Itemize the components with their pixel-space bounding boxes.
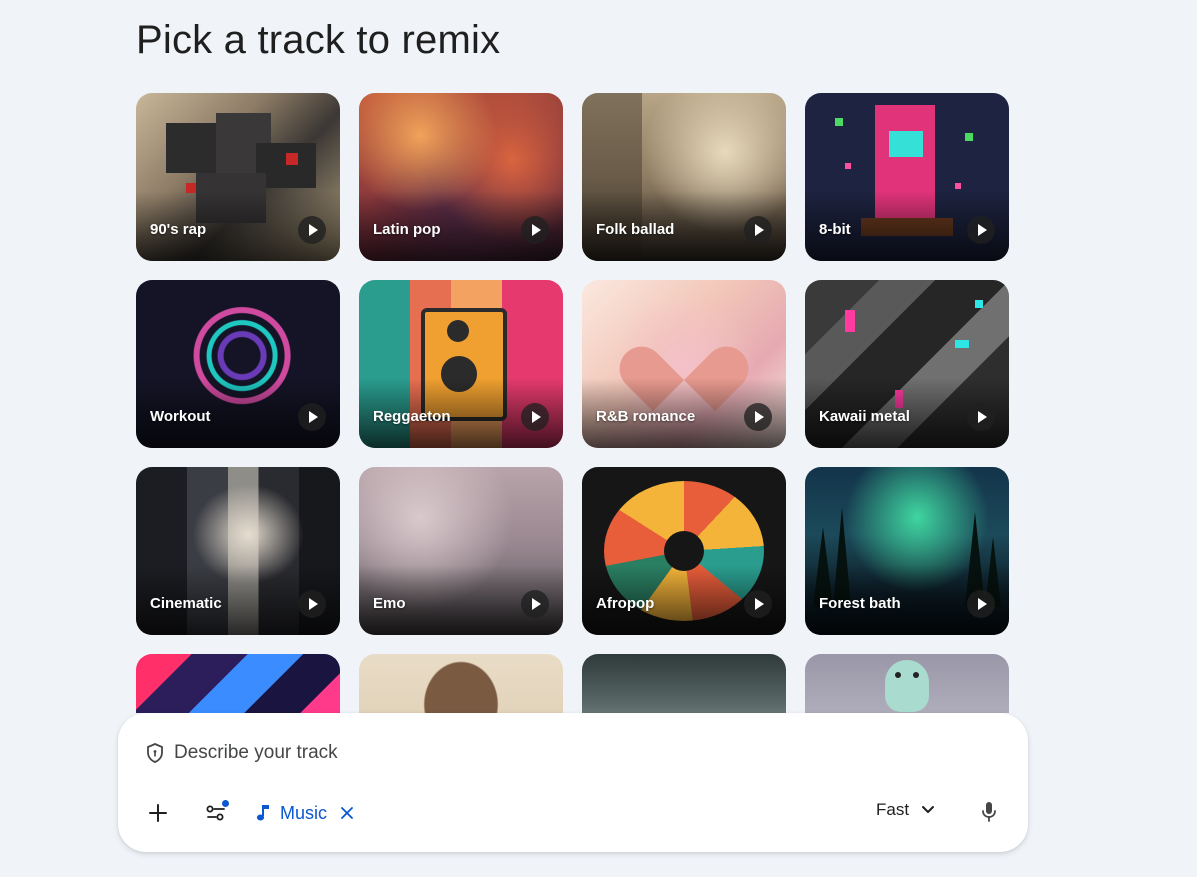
track-label: Latin pop xyxy=(373,221,441,238)
play-icon[interactable] xyxy=(967,590,995,618)
chevron-down-icon xyxy=(922,806,935,813)
track-artwork xyxy=(582,654,786,713)
track-card[interactable] xyxy=(136,654,340,713)
track-label: Forest bath xyxy=(819,595,901,612)
track-card-kawaii-metal[interactable]: Kawaii metal xyxy=(805,280,1009,448)
track-artwork xyxy=(136,654,340,713)
prompt-box: Music Fast xyxy=(118,713,1028,852)
track-label: 8-bit xyxy=(819,221,851,238)
track-card[interactable] xyxy=(805,654,1009,713)
prompt-input[interactable] xyxy=(172,741,876,765)
music-note-icon xyxy=(256,805,269,821)
track-card-8-bit[interactable]: 8-bit xyxy=(805,93,1009,261)
track-grid: 90's rap Latin pop Folk ballad 8-bit Wor… xyxy=(136,93,1010,713)
track-label: Folk ballad xyxy=(596,221,675,238)
play-icon[interactable] xyxy=(521,403,549,431)
track-card-emo[interactable]: Emo xyxy=(359,467,563,635)
track-card-90s-rap[interactable]: 90's rap xyxy=(136,93,340,261)
track-card-folk-ballad[interactable]: Folk ballad xyxy=(582,93,786,261)
music-chip[interactable]: Music xyxy=(256,803,353,824)
track-card-cinematic[interactable]: Cinematic xyxy=(136,467,340,635)
play-icon[interactable] xyxy=(967,403,995,431)
play-icon[interactable] xyxy=(744,590,772,618)
mode-label: Fast xyxy=(876,800,910,819)
mic-button[interactable] xyxy=(973,796,1005,828)
play-icon[interactable] xyxy=(521,216,549,244)
notification-dot xyxy=(222,800,229,807)
track-label: Workout xyxy=(150,408,211,425)
mic-icon xyxy=(982,802,996,822)
play-icon[interactable] xyxy=(967,216,995,244)
play-icon[interactable] xyxy=(298,590,326,618)
plus-icon xyxy=(149,804,167,822)
shield-icon xyxy=(147,743,163,763)
mode-select[interactable]: Fast xyxy=(876,800,935,820)
page-title: Pick a track to remix xyxy=(136,18,501,62)
track-card[interactable] xyxy=(582,654,786,713)
prompt-toolbar: Music xyxy=(142,797,353,829)
track-label: Cinematic xyxy=(150,595,222,612)
track-card-forest-bath[interactable]: Forest bath xyxy=(805,467,1009,635)
track-card-workout[interactable]: Workout xyxy=(136,280,340,448)
play-icon[interactable] xyxy=(298,403,326,431)
track-label: Kawaii metal xyxy=(819,408,910,425)
track-card-afropop[interactable]: Afropop xyxy=(582,467,786,635)
track-label: R&B romance xyxy=(596,408,696,425)
track-label: Reggaeton xyxy=(373,408,451,425)
track-card[interactable] xyxy=(359,654,563,713)
track-label: Afropop xyxy=(596,595,655,612)
track-artwork xyxy=(805,654,1009,713)
track-label: 90's rap xyxy=(150,221,207,238)
play-icon[interactable] xyxy=(744,216,772,244)
prompt-row xyxy=(146,741,876,765)
play-icon[interactable] xyxy=(521,590,549,618)
track-card-latin-pop[interactable]: Latin pop xyxy=(359,93,563,261)
add-button[interactable] xyxy=(142,797,174,829)
track-artwork xyxy=(359,654,563,713)
music-chip-label: Music xyxy=(280,802,328,823)
tools-button[interactable] xyxy=(200,797,232,829)
play-icon[interactable] xyxy=(744,403,772,431)
close-icon xyxy=(341,807,353,819)
chip-close-button[interactable] xyxy=(341,807,353,819)
play-icon[interactable] xyxy=(298,216,326,244)
track-label: Emo xyxy=(373,595,406,612)
track-card-rb-romance[interactable]: R&B romance xyxy=(582,280,786,448)
track-card-reggaeton[interactable]: Reggaeton xyxy=(359,280,563,448)
